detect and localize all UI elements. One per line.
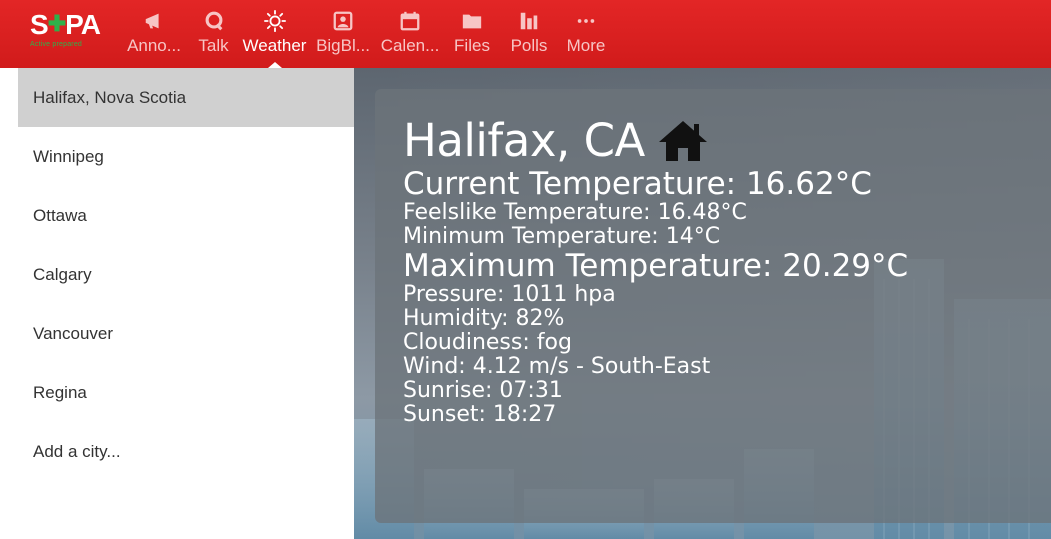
humidity: Humidity: 82%	[403, 306, 565, 331]
bigbluebutton-icon	[333, 11, 353, 31]
sunset: Sunset: 18:27	[403, 402, 557, 427]
nav-label: Files	[454, 36, 490, 55]
bar-chart-icon	[520, 12, 538, 30]
app-nav: Anno... Talk Weather BigBl... Calen... F…	[118, 0, 612, 68]
wind: Wind: 4.12 m/s - South-East	[403, 354, 711, 379]
home-icon[interactable]	[657, 119, 709, 163]
nav-polls[interactable]: Polls	[498, 0, 560, 68]
nav-label: Calen...	[380, 36, 440, 55]
city-item-calgary[interactable]: Calgary	[18, 245, 354, 304]
nav-files[interactable]: Files	[446, 0, 498, 68]
nav-calendar[interactable]: Calen...	[374, 0, 446, 68]
calendar-icon	[400, 11, 420, 31]
nav-label: BigBl...	[316, 36, 370, 55]
megaphone-icon	[145, 13, 159, 29]
maple-leaf-icon: ✚	[47, 11, 66, 36]
feelslike-temperature: Feelslike Temperature: 16.48°C	[403, 200, 747, 225]
weather-city-heading: Halifax, CA	[403, 115, 1051, 167]
nav-announcements[interactable]: Anno...	[118, 0, 190, 68]
city-item-halifax[interactable]: Halifax, Nova Scotia	[18, 68, 354, 127]
nav-label: Anno...	[127, 36, 181, 55]
nav-label: More	[566, 36, 606, 55]
folder-icon	[462, 14, 482, 29]
nav-label: Talk	[198, 36, 229, 55]
pressure: Pressure: 1011 hpa	[403, 282, 616, 307]
logo-tagline: Active prepared	[30, 41, 83, 48]
nav-label: Weather	[242, 36, 307, 55]
app-logo[interactable]: S✚PA Active prepared	[0, 0, 118, 68]
weather-city-name: Halifax, CA	[403, 114, 645, 167]
weather-card: Halifax, CA Current Temperature: 16.62°C…	[375, 89, 1051, 523]
add-city-button[interactable]: Add a city...	[18, 422, 354, 481]
minimum-temperature: Minimum Temperature: 14°C	[403, 224, 721, 249]
cloudiness: Cloudiness: fog	[403, 330, 572, 355]
city-item-regina[interactable]: Regina	[18, 363, 354, 422]
talk-bubble-icon	[205, 11, 222, 31]
sun-icon	[263, 10, 286, 32]
more-dots-icon	[577, 19, 595, 23]
city-item-winnipeg[interactable]: Winnipeg	[18, 127, 354, 186]
top-navigation-bar: S✚PA Active prepared Anno... Talk Weathe…	[0, 0, 1051, 68]
maximum-temperature: Maximum Temperature: 20.29°C	[403, 248, 909, 284]
sunrise: Sunrise: 07:31	[403, 378, 563, 403]
city-item-vancouver[interactable]: Vancouver	[18, 304, 354, 363]
nav-label: Polls	[510, 36, 548, 55]
nav-bigbluebutton[interactable]: BigBl...	[312, 0, 374, 68]
weather-panel: Halifax, CA Current Temperature: 16.62°C…	[354, 68, 1051, 539]
nav-more[interactable]: More	[560, 0, 612, 68]
nav-weather[interactable]: Weather	[237, 0, 312, 68]
current-temperature: Current Temperature: 16.62°C	[403, 166, 872, 202]
nav-talk[interactable]: Talk	[190, 0, 237, 68]
logo-wordmark: S✚PA	[30, 9, 101, 40]
city-item-ottawa[interactable]: Ottawa	[18, 186, 354, 245]
city-sidebar: Halifax, Nova Scotia Winnipeg Ottawa Cal…	[18, 68, 354, 539]
